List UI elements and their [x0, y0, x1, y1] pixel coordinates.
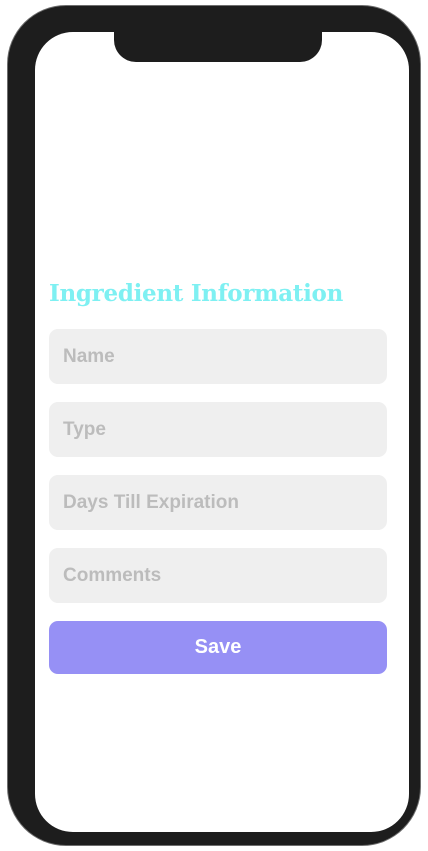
days-till-expiration-input[interactable]: [49, 475, 387, 530]
type-input[interactable]: [49, 402, 387, 457]
comments-input[interactable]: [49, 548, 387, 603]
form-title: Ingredient Information: [49, 280, 344, 307]
phone-notch: [114, 26, 322, 62]
save-button[interactable]: Save: [49, 621, 387, 674]
name-input[interactable]: [49, 329, 387, 384]
